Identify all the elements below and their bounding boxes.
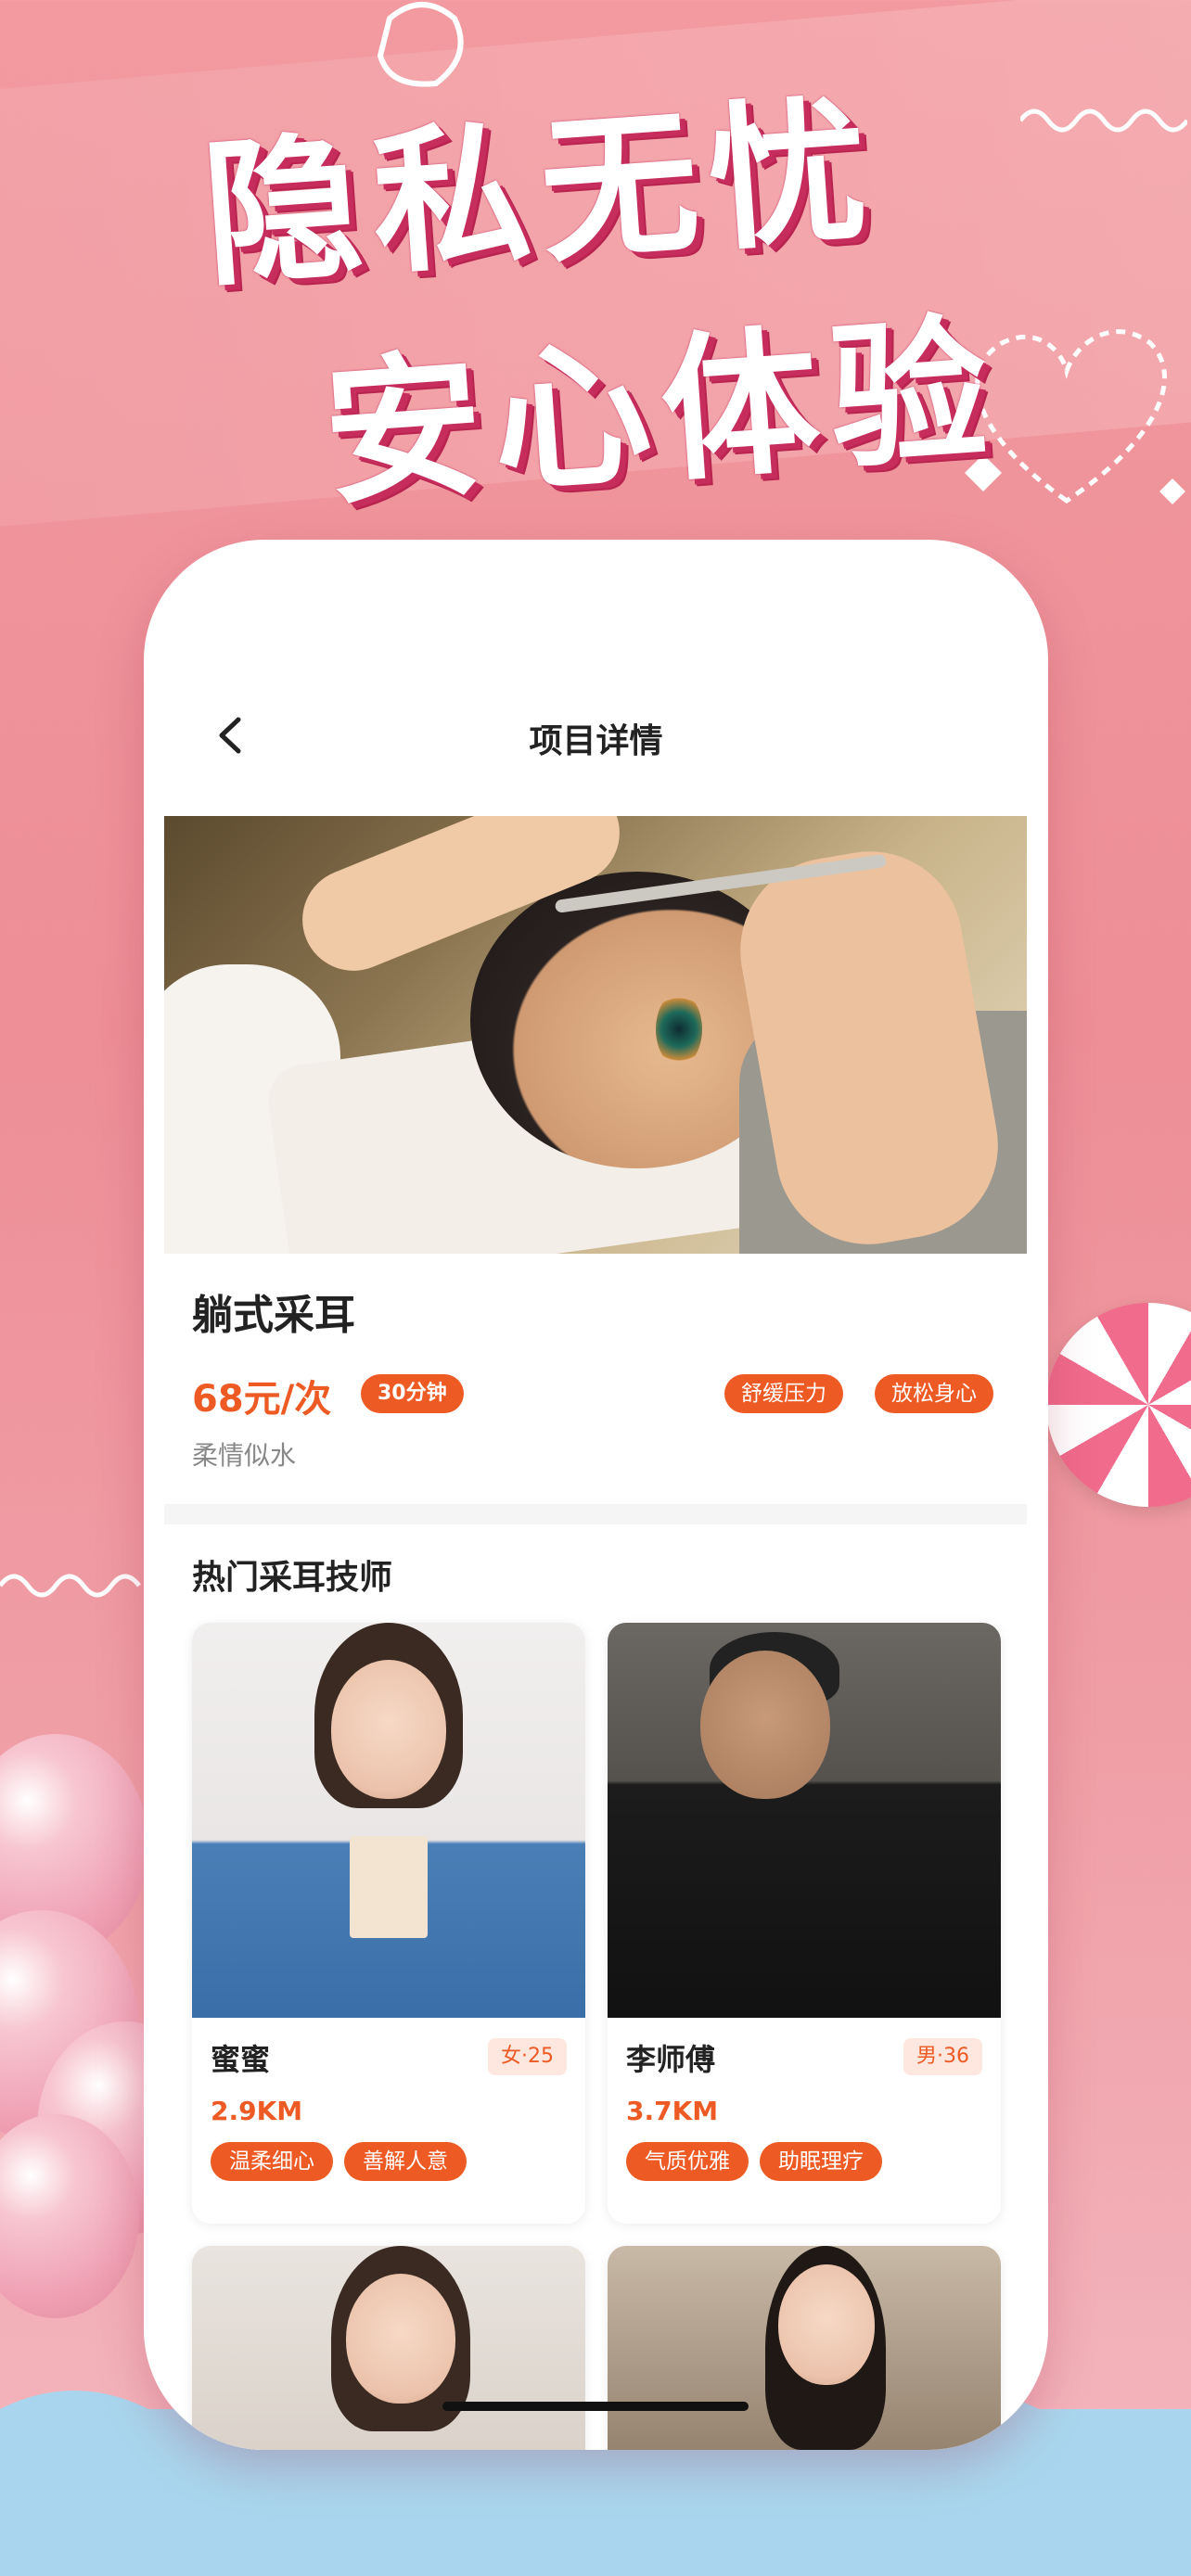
service-tag: 放松身心 [875, 1374, 993, 1413]
technician-photo [608, 2246, 1001, 2450]
technician-card[interactable]: 蜜蜜 女·25 2.9KM 温柔细心 善解人意 [192, 1623, 585, 2224]
lollipop-icon [1046, 1303, 1191, 1507]
page-title: 项目详情 [529, 722, 663, 760]
technician-tag: 气质优雅 [626, 2142, 749, 2181]
technician-photo [192, 2246, 585, 2450]
technician-photo [192, 1623, 585, 2018]
technician-tags: 气质优雅 助眠理疗 [626, 2142, 893, 2181]
service-name: 躺式采耳 [192, 1292, 355, 1339]
service-hero-image [164, 816, 1027, 1254]
technician-tags: 温柔细心 善解人意 [211, 2142, 478, 2181]
home-indicator[interactable] [442, 2402, 749, 2411]
gender-age-badge: 女·25 [488, 2038, 567, 2075]
navigation-bar: 项目详情 [144, 697, 1048, 772]
technician-tag: 温柔细心 [211, 2142, 333, 2181]
service-price: 68元/次 [192, 1378, 332, 1421]
technician-name: 李师傅 [626, 2042, 716, 2077]
technician-tag: 善解人意 [344, 2142, 467, 2181]
squiggle-icon [0, 1574, 141, 1598]
technician-distance: 3.7KM [626, 2096, 719, 2126]
technician-name: 蜜蜜 [211, 2042, 271, 2077]
technician-card[interactable]: 李师傅 男·36 3.7KM 气质优雅 助眠理疗 [608, 1623, 1001, 2224]
technician-tag: 助眠理疗 [760, 2142, 882, 2181]
technician-distance: 2.9KM [211, 2096, 303, 2126]
phone-screen: 项目详情 躺式采耳 68元/次 30分钟 舒缓压力 放松身心 柔情似水 热门采耳… [144, 540, 1048, 2450]
banner-headline: 隐私无忧 安心体验 [0, 65, 1191, 528]
section-divider [164, 1504, 1027, 1524]
technician-photo [608, 1623, 1001, 2018]
technician-card[interactable] [608, 2246, 1001, 2450]
section-title: 热门采耳技师 [192, 1559, 393, 1597]
service-info: 躺式采耳 68元/次 30分钟 舒缓压力 放松身心 柔情似水 [192, 1282, 1008, 1473]
technician-card[interactable] [192, 2246, 585, 2450]
gender-age-badge: 男·36 [903, 2038, 982, 2075]
duration-badge: 30分钟 [361, 1374, 464, 1413]
service-subtitle: 柔情似水 [192, 1440, 297, 1471]
price-row: 68元/次 30分钟 舒缓压力 放松身心 [192, 1369, 1008, 1421]
service-tag: 舒缓压力 [724, 1374, 843, 1413]
